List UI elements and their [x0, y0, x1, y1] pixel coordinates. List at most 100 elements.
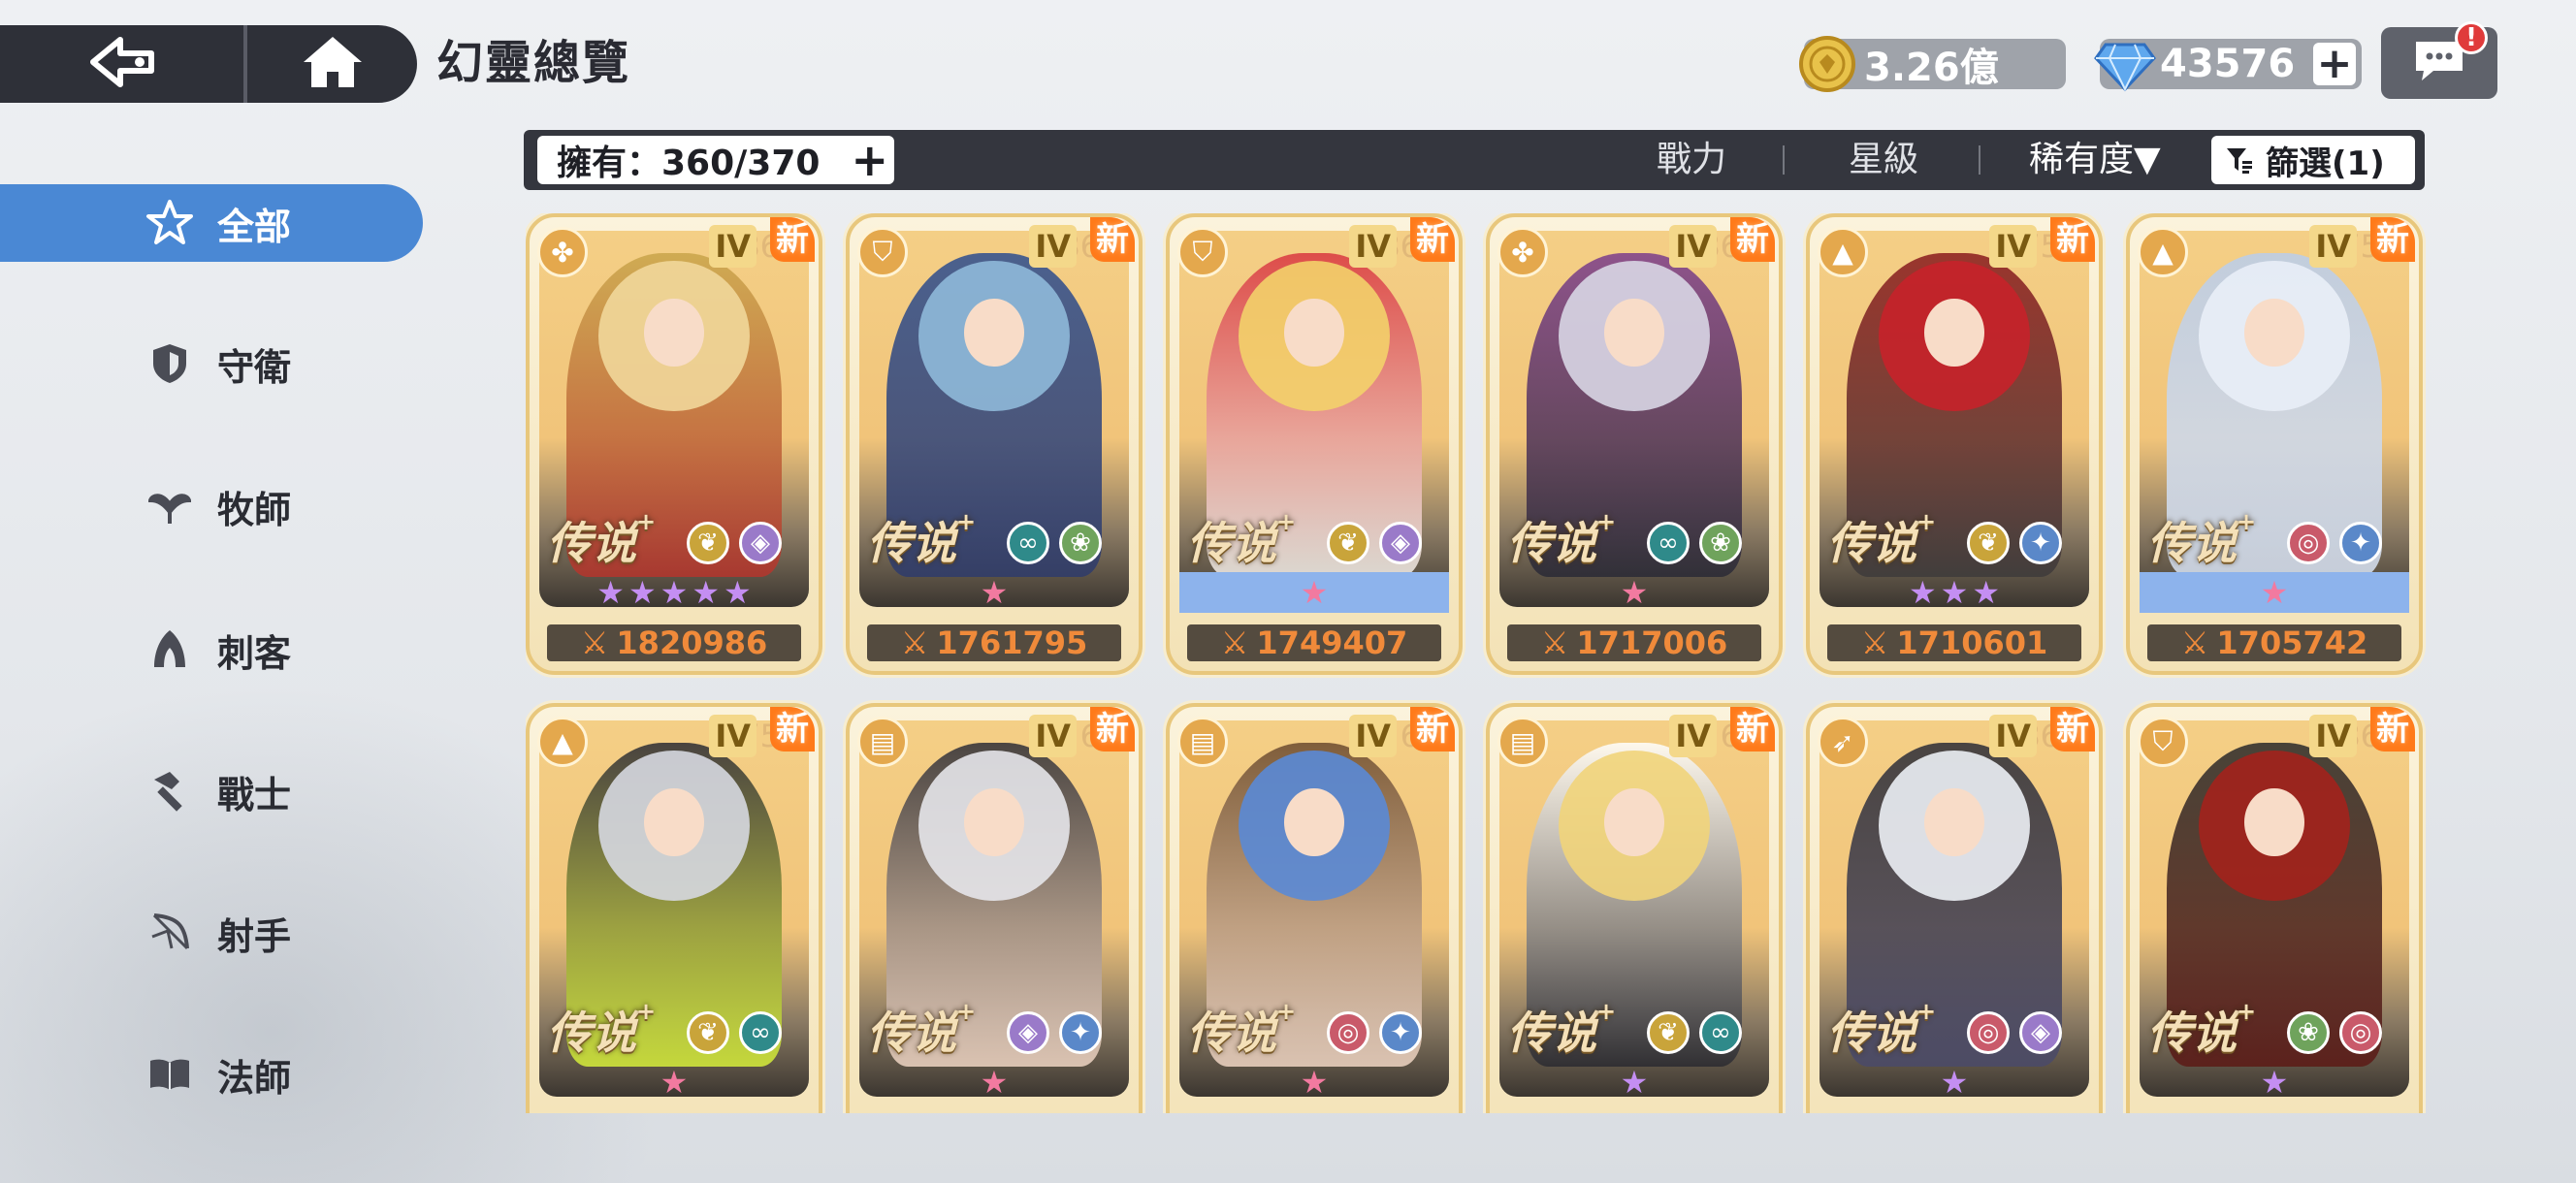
star-rating: ★ ★ ★	[1819, 572, 2089, 613]
back-button[interactable]	[0, 25, 247, 103]
nav-controls	[0, 25, 417, 103]
plus-mark: +	[636, 508, 657, 535]
rarity-text: 传说	[867, 1007, 956, 1059]
star-icon: ★	[660, 1064, 689, 1101]
assassin-class-icon: ▲	[1818, 227, 1868, 277]
star-element-icon: ✦	[1379, 1011, 1422, 1054]
power-value: 1761795	[936, 624, 1088, 661]
new-tag: 新	[1090, 707, 1135, 751]
new-tag: 新	[1090, 217, 1135, 262]
rarity-label: 传说+	[1827, 508, 1936, 572]
spirit-card[interactable]: ⛉ 86 IV 新传说+ ∞ ❀ ★ ⚔ 1761795	[846, 213, 1143, 675]
combat-power: ⚔ 1749407	[1187, 624, 1441, 661]
plus-mark: +	[1916, 508, 1937, 535]
book-icon	[145, 1050, 194, 1099]
book-class-icon: ▤	[1497, 717, 1548, 767]
sort-star-button[interactable]: 星級	[1849, 130, 1918, 190]
swirl-element-icon: ◎	[2287, 522, 2330, 564]
plus-mark: +	[1916, 998, 1937, 1025]
sidebar-item-0[interactable]: 全部	[0, 184, 423, 262]
spirit-card[interactable]: ▤6IV新传说+◈✦★	[846, 703, 1143, 1113]
leaf-element-icon: ❀	[1059, 522, 1102, 564]
combat-power: ⚔ 1705742	[2147, 624, 2401, 661]
rarity-label: 传说+	[867, 998, 976, 1062]
new-tag: 新	[1730, 217, 1775, 262]
sidebar-item-6[interactable]: 法師	[0, 1036, 427, 1113]
star-rating: ★	[859, 572, 1129, 613]
spirit-card[interactable]: ▤6IV新传说+❦∞★	[1486, 703, 1783, 1113]
spirit-card-grid: ✤ 86 IV 新传说+ ❦ ◈ ★ ★ ★ ★ ★ ⚔ 1820986 ⛉ 86 IV 新传说+ ∞ ❀ ★ ⚔ 176…	[526, 213, 2427, 1113]
chat-button[interactable]: !	[2381, 21, 2497, 99]
sort-rarity-button[interactable]: 稀有度▼	[2029, 130, 2161, 190]
tier-badge: IV	[1669, 715, 1717, 757]
sidebar-item-label: 牧師	[217, 488, 292, 531]
spirit-card[interactable]: ▤6IV新传说+◎✦★	[1166, 703, 1463, 1113]
star-icon: ★	[1300, 574, 1329, 611]
page-title: 幻靈總覽	[436, 36, 631, 90]
new-tag: 新	[2050, 707, 2095, 751]
spirit-card[interactable]: ✤ 86 IV 新传说+ ∞ ❀ ★ ⚔ 1717006	[1486, 213, 1783, 675]
power-value: 1705742	[2216, 624, 2368, 661]
spirit-card[interactable]: ➶ 86 IV 新传说+ ◎ ◈ ★	[1806, 703, 2103, 1113]
home-button[interactable]	[247, 25, 417, 103]
owned-count-box[interactable]: 擁有：360/370 +	[537, 136, 894, 184]
spirit-card[interactable]: ▲ 75 IV 新传说+ ◎ ✦ ★ ⚔ 1705742	[2126, 213, 2423, 675]
spirit-card[interactable]: ✤ 86 IV 新传说+ ❦ ◈ ★ ★ ★ ★ ★ ⚔ 1820986	[526, 213, 822, 675]
swirl-element-icon: ◎	[2339, 1011, 2382, 1054]
star-icon: ★	[628, 574, 657, 611]
sidebar-item-label: 戰士	[217, 773, 292, 816]
star-icon: ★	[2260, 1064, 2289, 1101]
rarity-text: 传说	[1187, 517, 1276, 569]
tier-badge: IV	[1349, 225, 1397, 268]
character-face	[2244, 298, 2304, 367]
rarity-label: 传说+	[1827, 998, 1936, 1062]
sidebar-item-2[interactable]: 牧師	[0, 467, 427, 545]
star-icon: ★	[660, 574, 689, 611]
plus-mark: +	[956, 998, 977, 1025]
star-icon: ★	[980, 1064, 1009, 1101]
gem-currency: 43576 +	[2094, 39, 2362, 92]
combat-power: ⚔ 1717006	[1507, 624, 1761, 661]
power-value: 1820986	[616, 624, 768, 661]
power-value: 1749407	[1256, 624, 1408, 661]
new-tag: 新	[2370, 217, 2415, 262]
wings-element-icon: ❦	[1967, 522, 2010, 564]
filter-button[interactable]: 篩選(1)	[2211, 136, 2415, 184]
character-face	[1604, 787, 1664, 856]
rarity-text: 传说	[1827, 1007, 1916, 1059]
add-gems-button[interactable]: +	[2313, 43, 2356, 85]
rarity-label: 传说+	[1507, 508, 1616, 572]
star-rating: ★	[1179, 572, 1449, 613]
spirit-card[interactable]: ▲ 75 IV 新传说+ ❦ ✦ ★ ★ ★ ⚔ 1710601	[1806, 213, 2103, 675]
tier-badge: IV	[709, 715, 757, 757]
plus-mark: +	[2237, 998, 2257, 1025]
sidebar-item-4[interactable]: 戰士	[0, 752, 427, 830]
priest-wings-icon	[145, 482, 194, 530]
rarity-label: 传说+	[867, 508, 976, 572]
combat-power: ⚔ 1820986	[547, 624, 801, 661]
plus-mark: +	[2237, 508, 2257, 535]
sort-power-button[interactable]: 戰力	[1657, 130, 1726, 190]
home-icon	[302, 35, 364, 93]
all-star-icon	[145, 199, 194, 247]
assassin-class-icon: ▲	[537, 717, 588, 767]
spirit-card[interactable]: ⛉ 86 IV 新传说+ ❀ ◎ ★	[2126, 703, 2423, 1113]
crossed-swords-icon: ⚔	[1220, 624, 1249, 661]
sidebar-item-3[interactable]: 刺客	[0, 611, 427, 688]
star-rating: ★	[2140, 572, 2409, 613]
sidebar-item-5[interactable]: 射手	[0, 894, 427, 972]
plus-mark: +	[1276, 508, 1297, 535]
assassin-class-icon: ▲	[2138, 227, 2188, 277]
spirit-card[interactable]: ▲ 75 IV 新传说+ ❦ ∞ ★	[526, 703, 822, 1113]
character-face	[1284, 787, 1344, 856]
tier-badge: IV	[1989, 225, 2037, 268]
sidebar-item-1[interactable]: 守衛	[0, 325, 427, 402]
wings-element-icon: ❦	[1647, 1011, 1690, 1054]
character-face	[1924, 298, 1984, 367]
spirit-card[interactable]: ⛉ 86 IV 新传说+ ❦ ◈ ★ ⚔ 1749407	[1166, 213, 1463, 675]
rarity-label: 传说+	[1187, 508, 1296, 572]
star-icon: ★	[1972, 574, 2001, 611]
notification-badge: !	[2455, 21, 2488, 54]
shield-class-icon: ⛉	[857, 227, 908, 277]
divider	[1783, 145, 1785, 175]
